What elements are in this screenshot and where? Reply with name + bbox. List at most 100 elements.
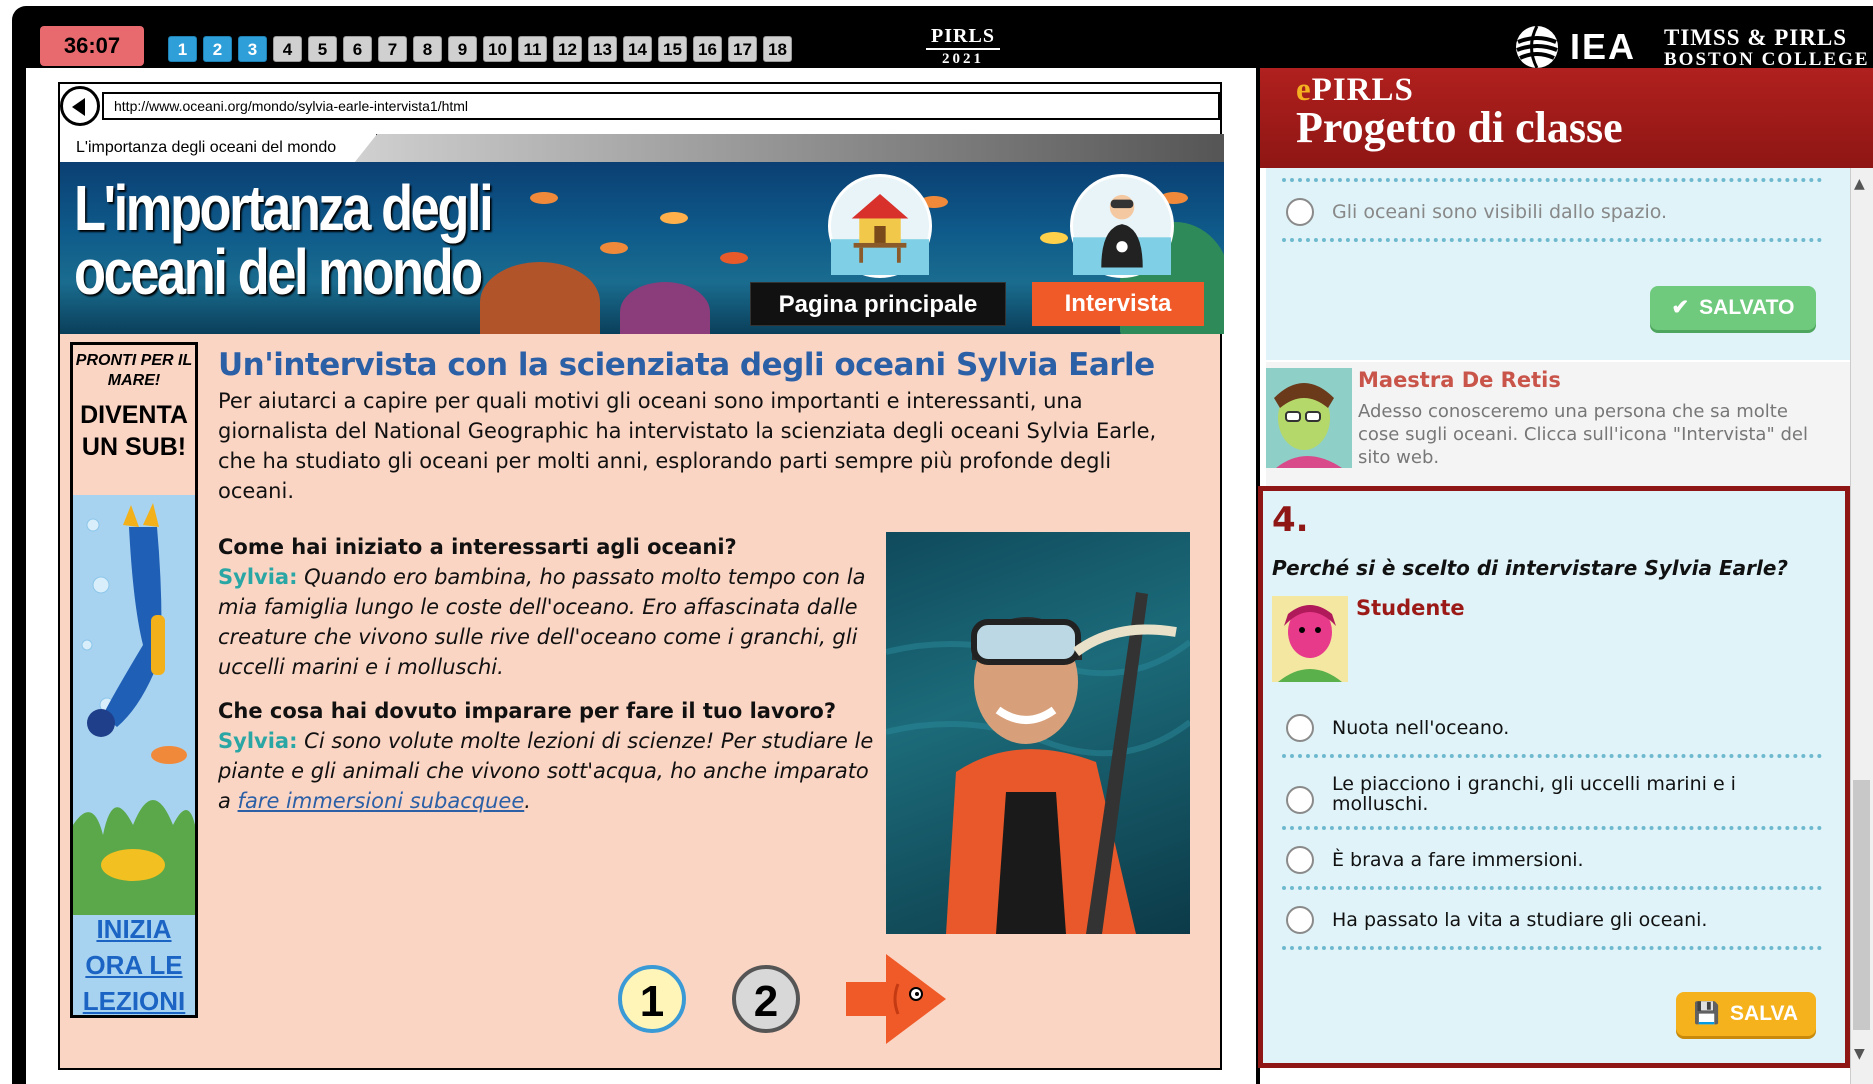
- question-nav-9[interactable]: 9: [448, 36, 477, 62]
- answer-text-end: .: [524, 789, 531, 813]
- next-page-fish-icon[interactable]: [846, 954, 946, 1044]
- ad-tagline: PRONTI PER IL MARE!: [75, 352, 193, 389]
- speaker-label: Sylvia:: [218, 565, 298, 589]
- previous-question-area: [1266, 168, 1850, 360]
- question-nav-16[interactable]: 16: [693, 36, 722, 62]
- back-arrow-icon[interactable]: [60, 86, 100, 126]
- timss-pirls-logo: TIMSS & PIRLS BOSTON COLLEGE: [1664, 26, 1870, 70]
- previous-option-text: Gli oceani sono visibili dallo spazio.: [1332, 201, 1668, 223]
- scroll-up-icon[interactable]: ▲: [1854, 176, 1865, 192]
- question-nav-3[interactable]: 3: [238, 36, 267, 62]
- page-2-button[interactable]: 2: [732, 965, 800, 1033]
- house-icon[interactable]: [828, 174, 932, 278]
- answer-text: Quando ero bambina, ho passato molto tem…: [218, 565, 866, 679]
- question-nav-5[interactable]: 5: [308, 36, 337, 62]
- timss-line2: BOSTON COLLEGE: [1664, 49, 1870, 70]
- coral-decoration: [480, 262, 600, 334]
- radio-option-4[interactable]: [1286, 906, 1314, 934]
- question-nav-6[interactable]: 6: [343, 36, 372, 62]
- option-4-text: Ha passato la vita a studiare gli oceani…: [1332, 909, 1708, 931]
- dotted-divider: [1282, 178, 1822, 182]
- speaker-label: Sylvia:: [218, 729, 298, 753]
- browser-tab[interactable]: L'importanza degli oceani del mondo: [60, 134, 378, 162]
- question-nav-11[interactable]: 11: [518, 36, 547, 62]
- timss-line1: TIMSS & PIRLS: [1664, 25, 1847, 50]
- ad-header: PRONTI PER IL MARE! DIVENTA UN SUB!: [73, 345, 195, 495]
- diver-portrait: [886, 592, 1190, 934]
- interview-button[interactable]: Intervista: [1032, 282, 1204, 326]
- teacher-message-text: Adesso conosceremo una persona che sa mo…: [1358, 401, 1808, 468]
- student-label: Studente: [1356, 596, 1465, 620]
- saved-button[interactable]: ✔ SALVATO: [1650, 286, 1816, 330]
- question-nav-1[interactable]: 1: [168, 36, 197, 62]
- fish-decoration: [720, 252, 748, 264]
- pirls-logo: PIRLS 2021: [926, 24, 1000, 68]
- scuba-diver-icon: [1073, 194, 1171, 275]
- interview-qa-1: Come hai iniziato a interessarti agli oc…: [218, 532, 878, 682]
- question-nav-15[interactable]: 15: [658, 36, 687, 62]
- radio-option-2[interactable]: [1286, 786, 1314, 814]
- diving-ad: PRONTI PER IL MARE! DIVENTA UN SUB! INIZ…: [70, 342, 198, 1018]
- article-title: Un'intervista con la scienziata degli oc…: [218, 347, 1155, 383]
- radio-option-1[interactable]: [1286, 714, 1314, 742]
- question-nav-4[interactable]: 4: [273, 36, 302, 62]
- page-navigator: 1 2: [618, 954, 946, 1044]
- page-1-button[interactable]: 1: [618, 965, 686, 1033]
- question-nav-2[interactable]: 2: [203, 36, 232, 62]
- pirls-logo-year: 2021: [942, 51, 984, 67]
- url-bar: http://www.oceani.org/mondo/sylvia-earle…: [60, 84, 1224, 130]
- website-frame: http://www.oceani.org/mondo/sylvia-earle…: [58, 82, 1224, 1070]
- question-nav-17[interactable]: 17: [728, 36, 757, 62]
- fish-decoration: [530, 192, 558, 204]
- question-nav-13[interactable]: 13: [588, 36, 617, 62]
- question-nav-7[interactable]: 7: [378, 36, 407, 62]
- interview-question: Che cosa hai dovuto imparare per fare il…: [218, 699, 837, 723]
- saved-label: SALVATO: [1699, 296, 1795, 319]
- globe-icon: [1516, 25, 1558, 69]
- dotted-divider: [1282, 886, 1822, 890]
- teacher-avatar-image: [1266, 368, 1352, 468]
- sylvia-earle-photo: [886, 532, 1190, 934]
- dotted-divider: [1282, 238, 1822, 242]
- scrollbar-thumb[interactable]: [1853, 780, 1870, 1030]
- coral-decoration: [620, 282, 710, 334]
- dotted-divider: [1282, 754, 1822, 758]
- diving-link[interactable]: fare immersioni subacquee: [238, 789, 525, 813]
- question-nav-14[interactable]: 14: [623, 36, 652, 62]
- home-page-button[interactable]: Pagina principale: [750, 282, 1006, 326]
- option-2-text: Le piacciono i granchi, gli uccelli mari…: [1332, 773, 1736, 815]
- save-button[interactable]: 💾 SALVA: [1676, 992, 1816, 1036]
- top-bar: 36:07 1 2 3 4 5 6 7 8 9 10 11 12 13 14 15 16 17 18 PIRLS …: [12, 6, 1873, 70]
- diver-icon[interactable]: [1070, 174, 1174, 278]
- radio-option-3[interactable]: [1286, 846, 1314, 874]
- teacher-avatar: [1266, 368, 1352, 468]
- question-nav-12[interactable]: 12: [553, 36, 582, 62]
- iea-logo: IEA: [1514, 24, 1636, 70]
- question-text: Perché si è scelto di intervistare Sylvi…: [1272, 556, 1789, 580]
- student-avatar-image: [1272, 596, 1348, 682]
- page-body: PRONTI PER IL MARE! DIVENTA UN SUB! INIZ…: [60, 334, 1220, 1068]
- site-banner: L'importanza degli oceani del mondo Pagi…: [60, 162, 1224, 334]
- timer: 36:07: [40, 26, 144, 66]
- question-nav-18[interactable]: 18: [763, 36, 792, 62]
- teacher-name: Maestra De Retis: [1358, 368, 1561, 392]
- dotted-divider: [1282, 826, 1822, 830]
- interview-answer: Sylvia: Quando ero bambina, ho passato m…: [218, 562, 878, 682]
- article-intro: Per aiutarci a capire per quali motivi g…: [218, 389, 1157, 503]
- question-nav-8[interactable]: 8: [413, 36, 442, 62]
- article: Un'intervista con la scienziata degli oc…: [218, 346, 1178, 506]
- interview-qa-2: Che cosa hai dovuto imparare per fare il…: [218, 696, 878, 816]
- iea-text: IEA: [1570, 26, 1637, 67]
- option-3-text: È brava a fare immersioni.: [1332, 849, 1584, 871]
- checkmark-icon: ✔: [1671, 296, 1690, 319]
- radio-button[interactable]: [1286, 198, 1314, 226]
- question-nav-10[interactable]: 10: [483, 36, 512, 62]
- left-frame-border: [12, 68, 26, 1084]
- ad-lessons-link[interactable]: INIZIA ORA LE LEZIONI: [73, 911, 195, 1019]
- fish-decoration: [1040, 232, 1068, 244]
- floppy-disk-icon: 💾: [1693, 1002, 1721, 1025]
- scroll-down-icon[interactable]: ▼: [1854, 1046, 1865, 1062]
- stilt-house-icon: [831, 193, 929, 275]
- ad-headline: DIVENTA UN SUB!: [80, 401, 188, 461]
- banner-title-line2: oceani del mondo: [74, 236, 483, 308]
